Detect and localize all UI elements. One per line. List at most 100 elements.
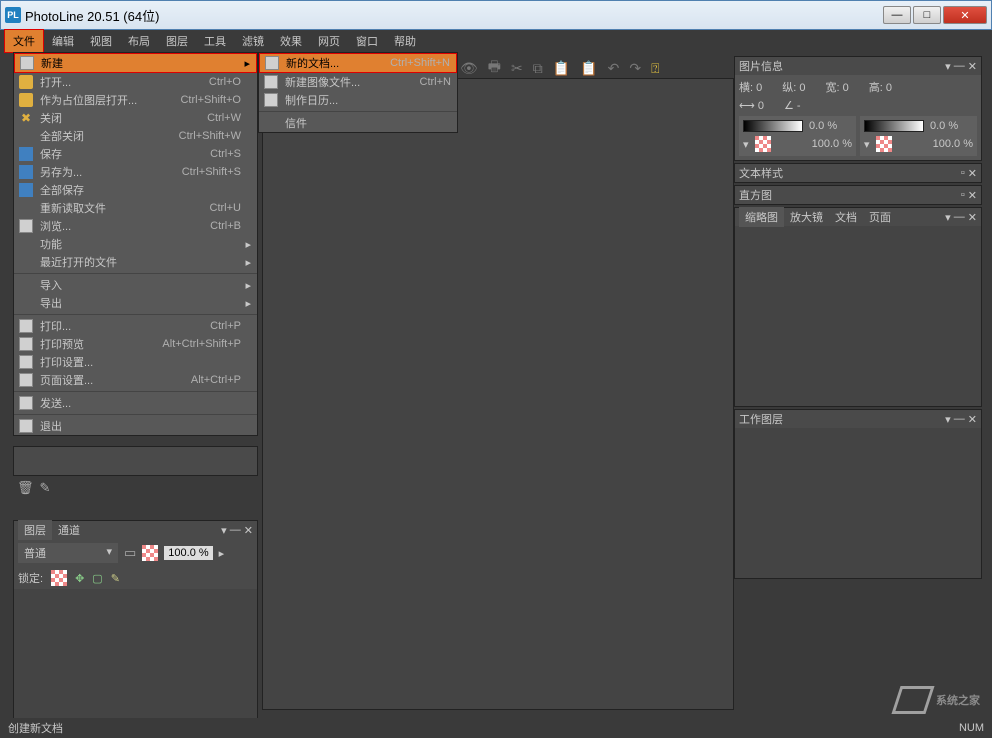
menu-item[interactable]: 导出▸	[14, 294, 257, 312]
close-button[interactable]: ✕	[943, 6, 987, 24]
maximize-button[interactable]: □	[913, 6, 941, 24]
menu-item[interactable]: 页面设置...Alt+Ctrl+P	[14, 371, 257, 389]
panel-collapse-icon[interactable]: ▫	[961, 167, 965, 179]
submenu-item[interactable]: 新的文档...Ctrl+Shift+N	[259, 53, 457, 73]
menu-item[interactable]: 全部关闭Ctrl+Shift+W	[14, 127, 257, 145]
chevron-down-icon[interactable]: ▾	[743, 138, 749, 151]
redo-icon[interactable]: ↷	[629, 60, 641, 77]
eye-icon[interactable]: 👁	[460, 60, 478, 77]
panel-close-icon[interactable]: ✕	[244, 524, 253, 537]
crop-icon[interactable]: ▢	[92, 572, 102, 585]
layers-panel: 图层 通道 ▾ — ✕ 普通▾ ▭ 100.0 % ▸ 锁定: ✥ ▢ ✎	[13, 520, 258, 720]
angle-icon: ∠ -	[784, 99, 801, 112]
panel-close-icon[interactable]: ✕	[968, 211, 977, 224]
menu-item[interactable]: 重新读取文件Ctrl+U	[14, 199, 257, 217]
menu-item[interactable]: 打印...Ctrl+P	[14, 317, 257, 335]
menu-item[interactable]: ✖关闭Ctrl+W	[14, 109, 257, 127]
panel-min-icon[interactable]: —	[954, 211, 965, 223]
bg-pct1: 0.0 %	[930, 120, 958, 132]
menu-window[interactable]: 窗口	[348, 30, 386, 52]
mask-icon[interactable]: ▭	[124, 545, 136, 561]
menu-web[interactable]: 网页	[310, 30, 348, 52]
panel-min-icon[interactable]: —	[954, 60, 965, 72]
menu-item[interactable]: 发送...	[14, 394, 257, 412]
watermark-logo-icon	[891, 686, 934, 714]
menu-item[interactable]: 导入▸	[14, 276, 257, 294]
lock-transparency-icon[interactable]	[51, 570, 67, 586]
trash-icon[interactable]: 🗑	[17, 480, 34, 496]
opacity-field[interactable]: 100.0 %	[164, 546, 212, 560]
menu-item[interactable]: 打印设置...	[14, 353, 257, 371]
menu-view[interactable]: 视图	[82, 30, 120, 52]
menu-layer[interactable]: 图层	[158, 30, 196, 52]
menu-edit[interactable]: 编辑	[44, 30, 82, 52]
tab-thumbnail[interactable]: 缩略图	[739, 207, 784, 227]
tab-page[interactable]: 页面	[863, 207, 897, 227]
tab-document[interactable]: 文档	[829, 207, 863, 227]
checker-icon	[755, 136, 771, 152]
panel-close-icon[interactable]: ✕	[968, 167, 977, 180]
panel-menu-icon[interactable]: ▾	[945, 413, 951, 426]
brush-icon[interactable]: ✎	[111, 572, 120, 585]
tab-layers[interactable]: 图层	[18, 520, 52, 540]
menu-layout[interactable]: 布局	[120, 30, 158, 52]
copy-icon[interactable]: ⧉	[533, 60, 543, 77]
checker-icon	[876, 136, 892, 152]
brush-icon[interactable]: ✎	[40, 480, 51, 496]
menu-item[interactable]: 打开...Ctrl+O	[14, 73, 257, 91]
panel-menu-icon[interactable]: ▾	[945, 211, 951, 224]
print-icon[interactable]: 🖶	[488, 56, 501, 80]
menu-file[interactable]: 文件	[4, 29, 44, 53]
cut-icon[interactable]: ✂	[511, 60, 523, 77]
paste-icon[interactable]: 📋	[553, 60, 570, 77]
panel-close-icon[interactable]: ✕	[968, 413, 977, 426]
panel-collapse-icon[interactable]: ▫	[961, 189, 965, 201]
layer-list[interactable]	[14, 589, 257, 719]
fg-pct1: 0.0 %	[809, 120, 837, 132]
fg-swatch-block[interactable]: 0.0 % ▾ 100.0 %	[739, 116, 856, 156]
workspace-canvas	[262, 78, 734, 710]
panel-menu-icon[interactable]: ▾	[945, 60, 951, 73]
panel-close-icon[interactable]: ✕	[968, 189, 977, 202]
menu-item[interactable]: 作为占位图层打开...Ctrl+Shift+O	[14, 91, 257, 109]
blend-mode-dropdown[interactable]: 普通▾	[18, 543, 118, 563]
tab-magnifier[interactable]: 放大镜	[784, 207, 829, 227]
chevron-down-icon[interactable]: ▾	[864, 138, 870, 151]
menu-item[interactable]: 另存为...Ctrl+Shift+S	[14, 163, 257, 181]
text-style-title: 文本样式	[739, 165, 783, 181]
menu-item[interactable]: 最近打开的文件▸	[14, 253, 257, 271]
panel-close-icon[interactable]: ✕	[968, 60, 977, 73]
submenu-item[interactable]: 新建图像文件...Ctrl+N	[259, 73, 457, 91]
move-icon[interactable]: ✥	[75, 572, 84, 585]
panel-min-icon[interactable]: —	[954, 413, 965, 425]
menu-tool[interactable]: 工具	[196, 30, 234, 52]
menu-item[interactable]: 全部保存	[14, 181, 257, 199]
panel-min-icon[interactable]: —	[230, 524, 241, 536]
menu-item[interactable]: 保存Ctrl+S	[14, 145, 257, 163]
menu-item[interactable]: 退出	[14, 417, 257, 435]
help-icon[interactable]: ⍰	[651, 60, 659, 77]
menu-item[interactable]: 功能▸	[14, 235, 257, 253]
text-style-panel: 文本样式 ▫ ✕	[734, 163, 982, 183]
tab-channels[interactable]: 通道	[52, 520, 86, 540]
info-height: 高: 0	[869, 79, 892, 95]
menu-help[interactable]: 帮助	[386, 30, 424, 52]
menu-effect[interactable]: 效果	[272, 30, 310, 52]
paste2-icon[interactable]: 📋	[580, 60, 597, 77]
menu-item[interactable]: 浏览...Ctrl+B	[14, 217, 257, 235]
undo-icon[interactable]: ↶	[608, 60, 620, 77]
menu-item[interactable]: 新建▸	[14, 53, 257, 73]
menu-filter[interactable]: 滤镜	[234, 30, 272, 52]
minimize-button[interactable]: —	[883, 6, 911, 24]
status-num: NUM	[959, 722, 984, 734]
bg-swatch-block[interactable]: 0.0 % ▾ 100.0 %	[860, 116, 977, 156]
submenu-item[interactable]: 信件	[259, 114, 457, 132]
checker-icon	[142, 545, 158, 561]
submenu-item[interactable]: 制作日历...	[259, 91, 457, 109]
stepper-icon[interactable]: ▸	[219, 547, 225, 560]
panel-menu-icon[interactable]: ▾	[221, 524, 227, 537]
menu-item[interactable]: 打印预览Alt+Ctrl+Shift+P	[14, 335, 257, 353]
gradient-icon	[864, 120, 924, 132]
app-icon: PL	[5, 7, 21, 23]
thumbs-panel: 缩略图 放大镜 文档 页面 ▾ — ✕	[734, 207, 982, 407]
